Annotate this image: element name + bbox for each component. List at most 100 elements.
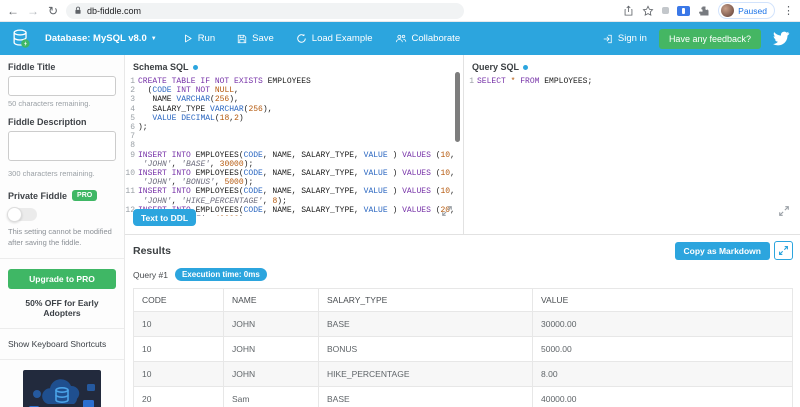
people-icon — [395, 34, 406, 43]
table-row: 10 JOHN BASE 30000.00 — [133, 311, 793, 337]
fiddle-description-input[interactable] — [8, 131, 116, 161]
query-panel: Query SQL 1 SELECT * FROM EMPLOYEES; — [464, 55, 800, 234]
title-chars-remaining: 50 characters remaining. — [8, 99, 91, 108]
line-number: 1 — [130, 77, 135, 86]
table-row: 10 JOHN BONUS 5000.00 — [133, 336, 793, 362]
table-cell: HIKE_PERCENTAGE — [318, 361, 533, 387]
share-icon[interactable] — [623, 5, 634, 17]
table-cell: JOHN — [223, 311, 319, 337]
line-number: 4 — [130, 104, 135, 114]
upgrade-pro-button[interactable]: Upgrade to PRO — [8, 269, 116, 289]
schema-panel-title: Schema SQL — [133, 62, 189, 72]
query-panel-title: Query SQL — [472, 62, 520, 72]
table-cell: 40000.00 — [532, 386, 793, 407]
feedback-button[interactable]: Have any feedback? — [658, 28, 761, 49]
url-text: db-fiddle.com — [87, 5, 142, 16]
table-row: 10 JOHN HIKE_PERCENTAGE 8.00 — [133, 361, 793, 387]
db-fiddle-logo[interactable] — [10, 27, 32, 50]
collaborate-button[interactable]: Collaborate — [395, 33, 460, 44]
line-number: 2 — [130, 86, 135, 96]
browser-chrome: ← → ↻ db-fiddle.com Paused ⋮ — [0, 0, 800, 22]
refresh-icon — [297, 33, 306, 43]
private-fiddle-note: This setting cannot be modified after sa… — [8, 227, 112, 247]
app-toolbar: Database: MySQL v8.0 ▼ Run Save Load Exa… — [0, 22, 800, 55]
fiddle-description-label: Fiddle Description — [8, 117, 87, 127]
execution-time-badge: Execution time: 0ms — [174, 268, 267, 281]
code-line: 11 INSERT INTO EMPLOYEES(CODE, NAME, SALA… — [125, 187, 455, 197]
table-row: 20 Sam BASE 40000.00 — [133, 386, 793, 407]
keyboard-shortcuts-link[interactable]: Show Keyboard Shortcuts — [8, 339, 116, 349]
column-header: NAME — [223, 288, 319, 312]
sidebar: Fiddle Title 50 characters remaining. Fi… — [0, 55, 125, 407]
code-line: 4 SALARY_TYPE VARCHAR(256), — [125, 105, 463, 114]
table-cell: 10 — [133, 361, 224, 387]
unsaved-dot — [192, 64, 198, 70]
chevron-down-icon: ▼ — [150, 36, 157, 42]
table-cell: Sam — [223, 386, 319, 407]
twitter-icon[interactable] — [773, 31, 790, 46]
code-line: 1 CREATE TABLE IF NOT EXISTS EMPLOYEES — [125, 77, 463, 86]
forward-icon[interactable]: → — [26, 5, 40, 17]
results-title: Results — [133, 244, 171, 257]
fiddle-title-input[interactable] — [8, 76, 116, 96]
url-bar[interactable]: db-fiddle.com — [66, 2, 464, 19]
bookmark-star-icon[interactable] — [642, 4, 654, 17]
private-fiddle-label: Private Fiddle — [8, 190, 68, 201]
back-icon[interactable]: ← — [6, 5, 20, 17]
column-header: SALARY_TYPE — [318, 288, 533, 312]
table-cell: JOHN — [223, 336, 319, 362]
expand-schema-icon[interactable] — [441, 205, 454, 218]
lock-icon — [74, 6, 82, 15]
copy-markdown-button[interactable]: Copy as Markdown — [674, 241, 770, 260]
column-header: CODE — [133, 288, 224, 312]
code-line: 3 NAME VARCHAR(256), — [125, 95, 463, 104]
line-number: 3 — [130, 95, 135, 105]
line-number: 5 — [130, 113, 135, 123]
table-cell: 5000.00 — [532, 336, 793, 362]
divider — [0, 359, 124, 360]
editor-scrollbar[interactable] — [455, 72, 460, 142]
sign-in-button[interactable]: Sign in — [602, 33, 647, 44]
profile-button[interactable]: Paused — [718, 2, 775, 19]
table-cell: JOHN — [223, 361, 319, 387]
query-editor[interactable]: 1 SELECT * FROM EMPLOYEES; — [464, 75, 800, 216]
text-to-ddl-button[interactable]: Text to DDL — [133, 209, 197, 226]
sync-status: Paused — [738, 5, 767, 16]
carbon-ad[interactable]: Automate machine learning to increase pr… — [8, 370, 116, 407]
code-line: 9 INSERT INTO EMPLOYEES(CODE, NAME, SALAR… — [125, 151, 463, 160]
database-selector[interactable]: Database: MySQL v8.0 ▼ — [45, 33, 157, 44]
code-line: 8 — [125, 141, 463, 150]
line-number: 9 — [130, 150, 135, 160]
schema-editor[interactable]: 1 CREATE TABLE IF NOT EXISTS EMPLOYEES 2 (… — [125, 75, 463, 216]
browser-menu-icon[interactable]: ⋮ — [783, 4, 794, 17]
reload-icon[interactable]: ↻ — [46, 5, 60, 17]
save-button[interactable]: Save — [237, 33, 274, 44]
code-line: 2 (CODE INT NOT NULL, — [125, 86, 463, 95]
table-cell: BASE — [318, 311, 533, 337]
line-number — [125, 160, 138, 169]
run-button[interactable]: Run — [183, 33, 215, 44]
code-line: 7 — [125, 132, 463, 141]
results-section: Results Copy as Markdown Query #1 Execut… — [125, 235, 800, 407]
expand-query-icon[interactable] — [778, 205, 791, 218]
table-cell: 8.00 — [532, 361, 793, 387]
table-cell: 30000.00 — [532, 311, 793, 337]
private-fiddle-toggle[interactable] — [7, 207, 37, 222]
code-line: 1 SELECT * FROM EMPLOYEES; — [464, 77, 800, 86]
table-cell: BASE — [318, 386, 533, 407]
extension-mini-icon[interactable] — [662, 7, 670, 14]
code-line: 6); — [125, 123, 463, 132]
code-line: 5 VALUE DECIMAL(18,2) — [125, 114, 463, 123]
expand-results-button[interactable] — [774, 241, 793, 260]
line-number: 8 — [130, 141, 135, 151]
ad-image — [23, 370, 101, 407]
promo-text: 50% OFF for Early Adopters — [25, 298, 99, 318]
extension-blue-icon[interactable] — [677, 5, 691, 16]
description-chars-remaining: 300 characters remaining. — [8, 169, 95, 178]
pro-badge: PRO — [72, 190, 98, 201]
code-line: 'JOHN', 'BONUS', 5000); — [125, 178, 463, 187]
load-example-button[interactable]: Load Example — [296, 33, 373, 44]
sign-in-icon — [603, 34, 612, 43]
divider — [0, 258, 124, 259]
extensions-puzzle-icon[interactable] — [698, 5, 710, 17]
